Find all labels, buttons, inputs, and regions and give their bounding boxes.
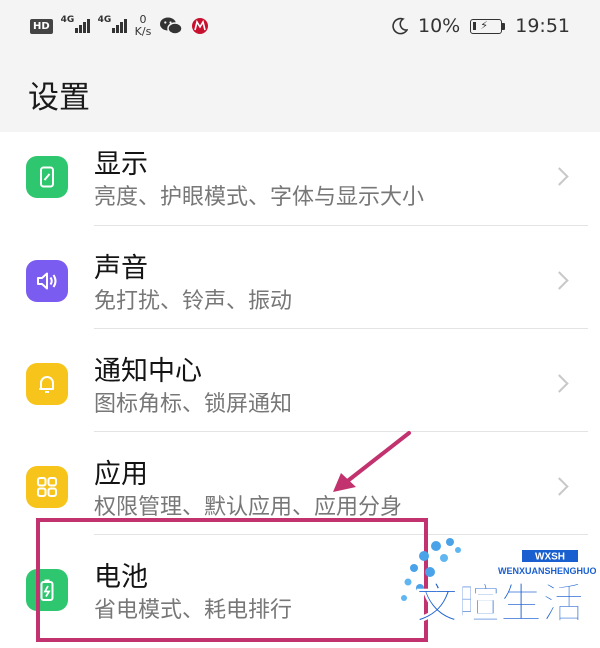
watermark-badge: WXSH xyxy=(535,552,565,563)
watermark-latin: WENXUANSHENGHUO xyxy=(498,566,596,576)
watermark-text: 文暄生活 xyxy=(416,579,584,628)
watermark-logo: WXSH WENXUANSHENGHUO 文暄生活 xyxy=(396,536,597,644)
